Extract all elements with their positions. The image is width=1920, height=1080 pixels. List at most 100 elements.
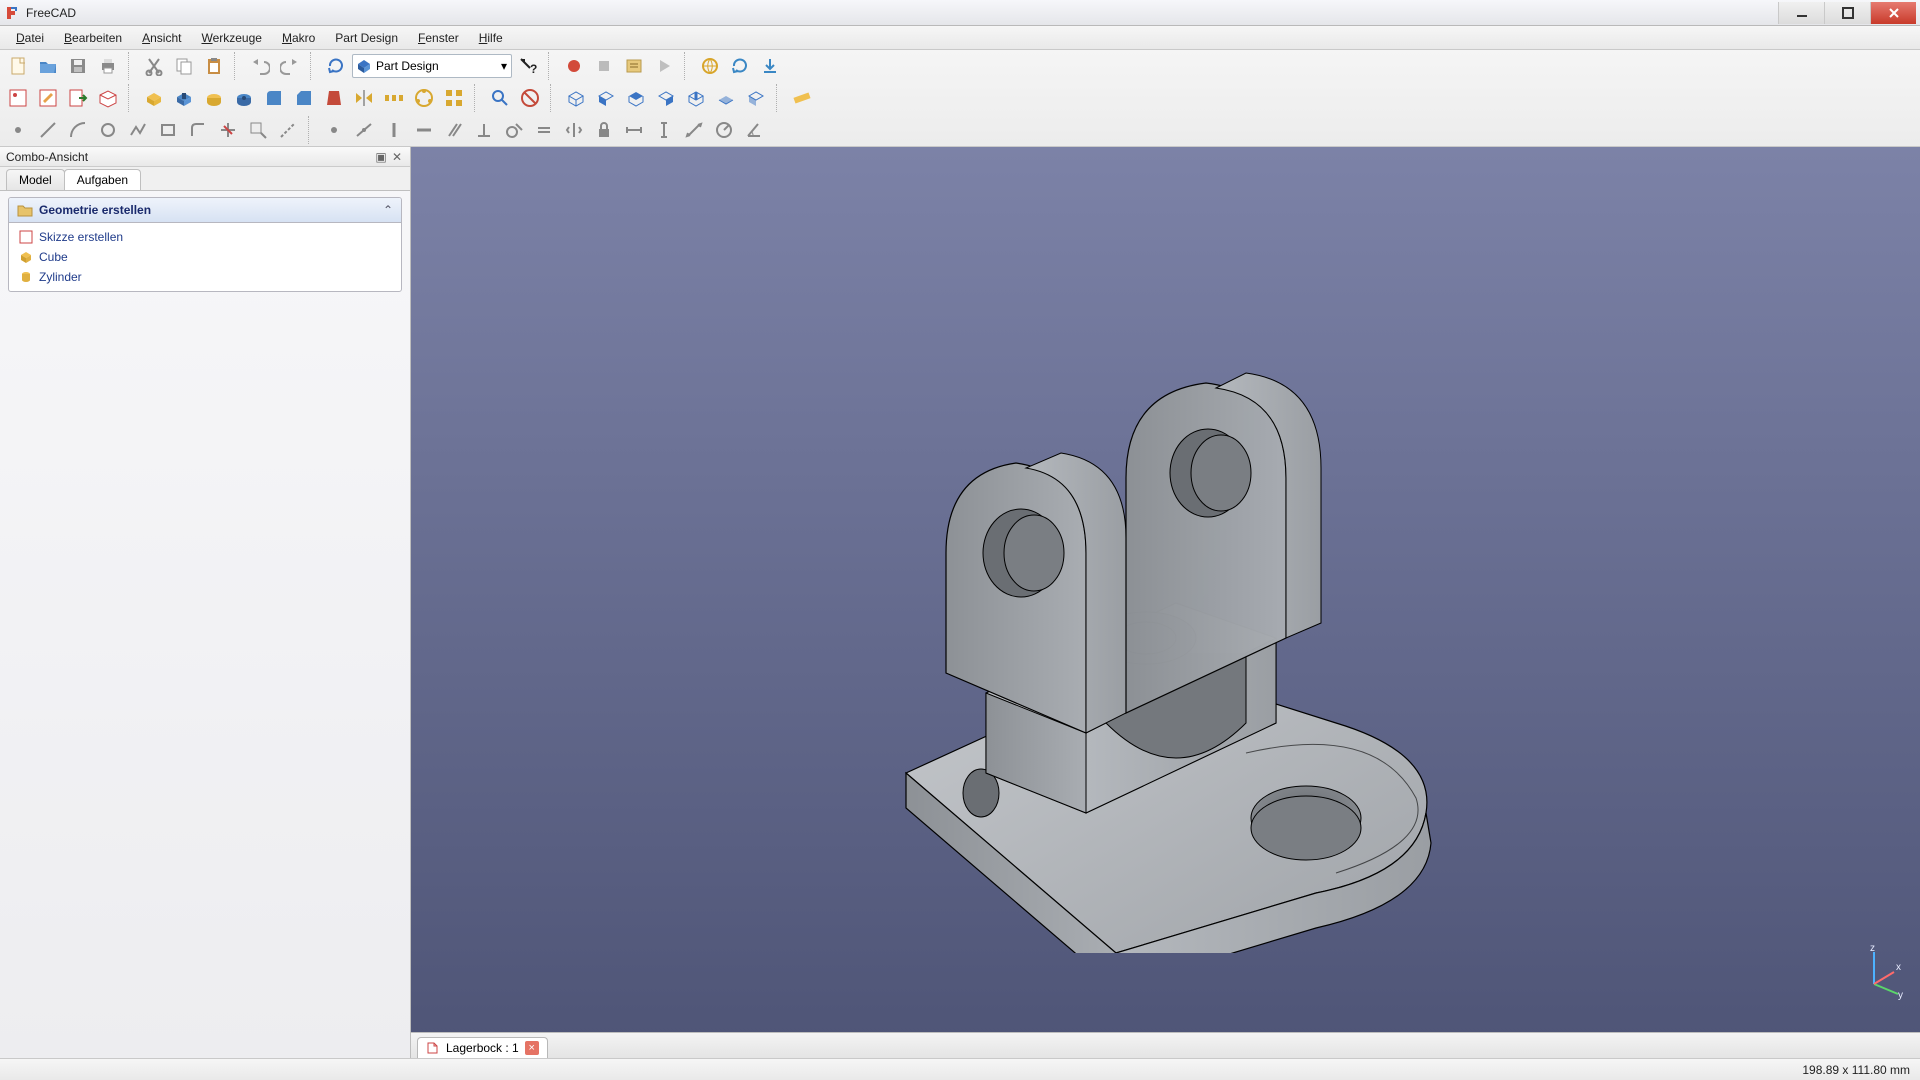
macro-record-icon[interactable] (560, 52, 588, 80)
download-icon[interactable] (756, 52, 784, 80)
constraint-tangent-icon[interactable] (500, 116, 528, 144)
constraint-vdist-icon[interactable] (650, 116, 678, 144)
web-refresh-icon[interactable] (726, 52, 754, 80)
revolution-icon[interactable] (200, 84, 228, 112)
leave-sketch-icon[interactable] (64, 84, 92, 112)
menu-edit[interactable]: Bearbeiten (54, 29, 132, 47)
measure-icon[interactable] (788, 84, 816, 112)
constraint-angle-icon[interactable] (740, 116, 768, 144)
tab-tasks[interactable]: Aufgaben (64, 169, 141, 190)
cut-icon[interactable] (140, 52, 168, 80)
edit-sketch-icon[interactable] (34, 84, 62, 112)
save-icon[interactable] (64, 52, 92, 80)
menu-file[interactable]: Datei (6, 29, 54, 47)
undo-icon[interactable] (246, 52, 274, 80)
axis-z-label: z (1870, 944, 1875, 954)
sketch-point-icon[interactable] (4, 116, 32, 144)
sketch-polyline-icon[interactable] (124, 116, 152, 144)
new-file-icon[interactable] (4, 52, 32, 80)
combo-view-title: Combo-Ansicht (6, 150, 372, 164)
pocket-icon[interactable] (170, 84, 198, 112)
constraint-hdist-icon[interactable] (620, 116, 648, 144)
constraint-coincident-icon[interactable] (320, 116, 348, 144)
tab-model[interactable]: Model (6, 169, 65, 190)
linear-pattern-icon[interactable] (380, 84, 408, 112)
print-icon[interactable] (94, 52, 122, 80)
3d-viewport[interactable]: z y x Lagerbock : 1 × (411, 147, 1920, 1058)
constraint-length-icon[interactable] (680, 116, 708, 144)
constraint-lock-icon[interactable] (590, 116, 618, 144)
map-sketch-icon[interactable] (94, 84, 122, 112)
view-right-icon[interactable] (652, 84, 680, 112)
fillet-icon[interactable] (260, 84, 288, 112)
constraint-equal-icon[interactable] (530, 116, 558, 144)
constraint-horizontal-icon[interactable] (410, 116, 438, 144)
refresh-icon[interactable] (322, 52, 350, 80)
macro-stop-icon[interactable] (590, 52, 618, 80)
menu-tools[interactable]: Werkzeuge (191, 29, 271, 47)
task-item-sketch[interactable]: Skizze erstellen (9, 227, 401, 247)
app-icon (4, 5, 20, 21)
menu-macro[interactable]: Makro (272, 29, 325, 47)
sketch-construction-icon[interactable] (274, 116, 302, 144)
whats-this-icon[interactable]: ? (514, 52, 542, 80)
sketch-rectangle-icon[interactable] (154, 116, 182, 144)
menu-window[interactable]: Fenster (408, 29, 469, 47)
mirrored-icon[interactable] (350, 84, 378, 112)
workbench-select[interactable]: Part Design ▾ (352, 54, 512, 78)
web-home-icon[interactable] (696, 52, 724, 80)
menu-view[interactable]: Ansicht (132, 29, 191, 47)
constraint-symmetric-icon[interactable] (560, 116, 588, 144)
open-file-icon[interactable] (34, 52, 62, 80)
panel-float-icon[interactable]: ▣ (374, 150, 388, 164)
statusbar: 198.89 x 111.80 mm (0, 1058, 1920, 1080)
multitransform-icon[interactable] (440, 84, 468, 112)
chamfer-icon[interactable] (290, 84, 318, 112)
menubar: Datei Bearbeiten Ansicht Werkzeuge Makro… (0, 26, 1920, 50)
sketch-fillet-icon[interactable] (184, 116, 212, 144)
sketch-external-icon[interactable] (244, 116, 272, 144)
task-item-cylinder[interactable]: Zylinder (9, 267, 401, 287)
minimize-button[interactable] (1778, 2, 1824, 24)
sketch-circle-icon[interactable] (94, 116, 122, 144)
sketch-trim-icon[interactable] (214, 116, 242, 144)
view-bottom-icon[interactable] (712, 84, 740, 112)
macro-play-icon[interactable] (650, 52, 678, 80)
polar-pattern-icon[interactable] (410, 84, 438, 112)
constraint-perpendicular-icon[interactable] (470, 116, 498, 144)
pad-icon[interactable] (140, 84, 168, 112)
fit-all-icon[interactable] (486, 84, 514, 112)
constraint-parallel-icon[interactable] (440, 116, 468, 144)
view-rear-icon[interactable] (682, 84, 710, 112)
new-sketch-icon[interactable] (4, 84, 32, 112)
draw-style-icon[interactable] (516, 84, 544, 112)
document-tab-close-icon[interactable]: × (525, 1041, 539, 1055)
titlebar: FreeCAD (0, 0, 1920, 26)
task-item-label: Skizze erstellen (39, 230, 123, 244)
close-button[interactable] (1870, 2, 1916, 24)
constraint-vertical-icon[interactable] (380, 116, 408, 144)
view-left-icon[interactable] (742, 84, 770, 112)
view-front-icon[interactable] (592, 84, 620, 112)
task-item-cube[interactable]: Cube (9, 247, 401, 267)
document-tab[interactable]: Lagerbock : 1 × (417, 1037, 548, 1058)
paste-icon[interactable] (200, 52, 228, 80)
sketch-arc-icon[interactable] (64, 116, 92, 144)
view-iso-icon[interactable] (562, 84, 590, 112)
menu-part[interactable]: Part Design (325, 29, 408, 47)
panel-close-icon[interactable]: ✕ (390, 150, 404, 164)
groove-icon[interactable] (230, 84, 258, 112)
task-group-header[interactable]: Geometrie erstellen ⌃ (9, 198, 401, 223)
menu-help[interactable]: Hilfe (469, 29, 513, 47)
draft-icon[interactable] (320, 84, 348, 112)
view-top-icon[interactable] (622, 84, 650, 112)
maximize-button[interactable] (1824, 2, 1870, 24)
toolbar-row-2 (0, 82, 1920, 114)
copy-icon[interactable] (170, 52, 198, 80)
constraint-point-on-icon[interactable] (350, 116, 378, 144)
toolbar-area: Part Design ▾ ? (0, 50, 1920, 147)
constraint-radius-icon[interactable] (710, 116, 738, 144)
macro-list-icon[interactable] (620, 52, 648, 80)
sketch-line-icon[interactable] (34, 116, 62, 144)
redo-icon[interactable] (276, 52, 304, 80)
